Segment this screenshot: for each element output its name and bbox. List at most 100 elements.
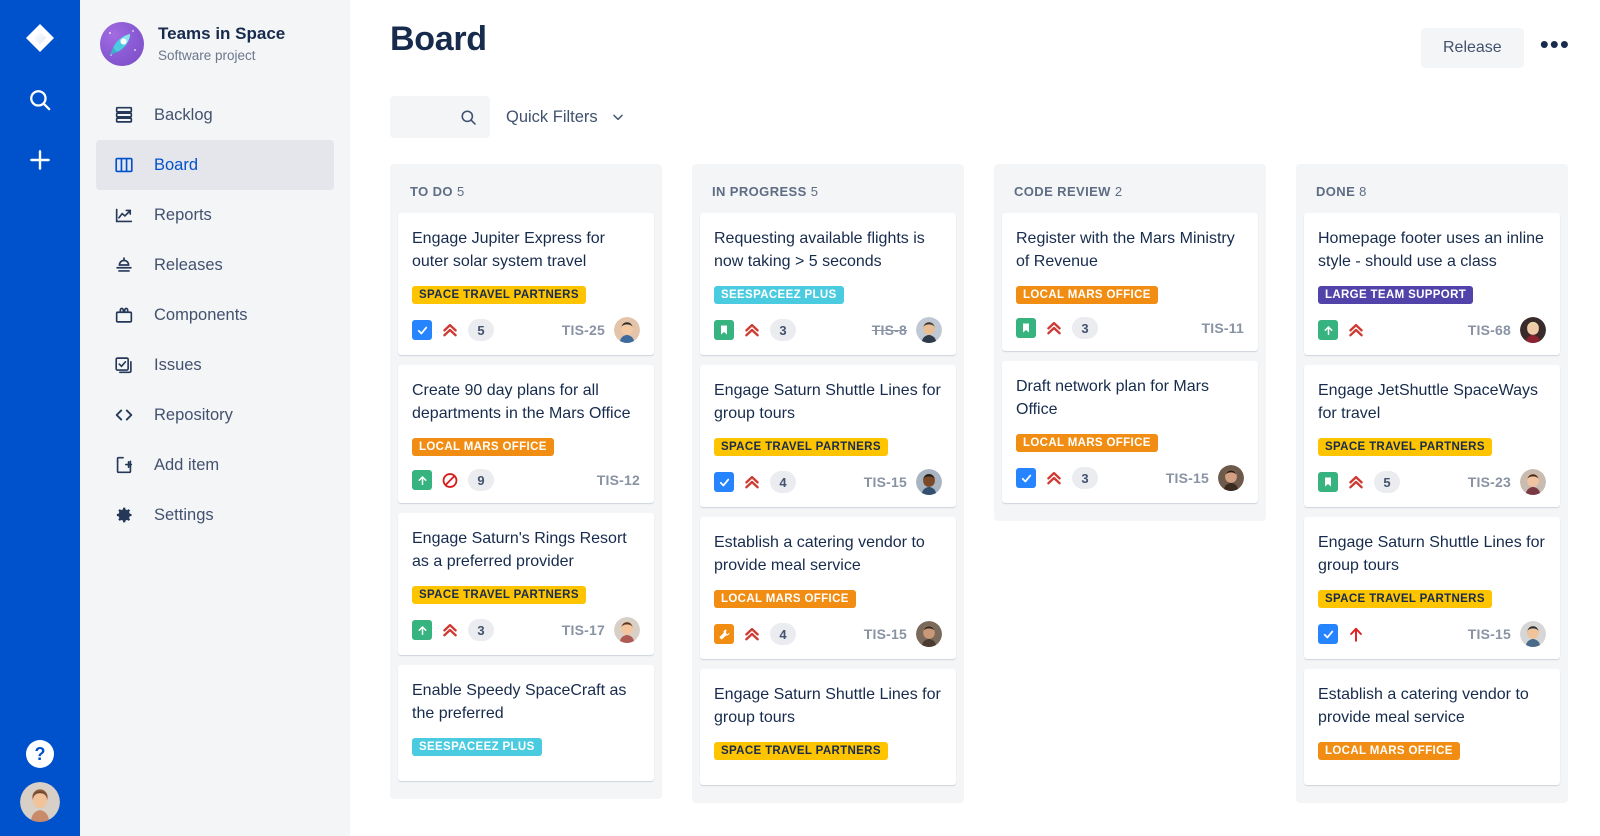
story-point-badge: 3 bbox=[770, 319, 796, 341]
issue-card[interactable]: Homepage footer uses an inline style - s… bbox=[1304, 213, 1560, 355]
story-type-icon bbox=[1016, 318, 1036, 338]
issue-card-footer: TIS-68 bbox=[1318, 317, 1546, 343]
assignee-avatar[interactable] bbox=[614, 617, 640, 643]
epic-label[interactable]: LOCAL MARS OFFICE bbox=[1318, 742, 1460, 760]
sidebar-item-issues[interactable]: Issues bbox=[96, 340, 334, 390]
ellipsis-icon[interactable]: ••• bbox=[1534, 28, 1576, 68]
epic-label[interactable]: SPACE TRAVEL PARTNERS bbox=[1318, 438, 1492, 456]
improvement-type-icon bbox=[412, 620, 432, 640]
issue-card[interactable]: Enable Speedy SpaceCraft as the preferre… bbox=[398, 665, 654, 781]
global-search-icon[interactable] bbox=[18, 78, 62, 122]
assignee-avatar[interactable] bbox=[1520, 621, 1546, 647]
epic-label[interactable]: SPACE TRAVEL PARTNERS bbox=[714, 438, 888, 456]
issue-card[interactable]: Engage JetShuttle SpaceWays for travel SP… bbox=[1304, 365, 1560, 507]
epic-label[interactable]: LARGE TEAM SUPPORT bbox=[1318, 286, 1474, 304]
issue-card[interactable]: Establish a catering vendor to provide m… bbox=[700, 517, 956, 659]
priority-high-icon bbox=[743, 473, 761, 491]
story-point-badge: 4 bbox=[770, 623, 796, 645]
sidebar-item-components[interactable]: Components bbox=[96, 290, 334, 340]
issue-card[interactable]: Register with the Mars Ministry of Reven… bbox=[1002, 213, 1258, 351]
sidebar-item-board[interactable]: Board bbox=[96, 140, 334, 190]
global-nav-rail: ? bbox=[0, 0, 80, 836]
issue-key[interactable]: TIS-8 bbox=[872, 322, 907, 338]
sidebar-item-reports[interactable]: Reports bbox=[96, 190, 334, 240]
issue-key[interactable]: TIS-11 bbox=[1202, 320, 1244, 336]
column-count: 5 bbox=[810, 184, 819, 199]
issue-key[interactable]: TIS-15 bbox=[1166, 470, 1209, 486]
assignee-avatar[interactable] bbox=[1520, 317, 1546, 343]
assignee-avatar[interactable] bbox=[916, 317, 942, 343]
sidebar-item-releases[interactable]: Releases bbox=[96, 240, 334, 290]
releases-icon bbox=[112, 253, 136, 277]
issue-title: Engage Jupiter Express for outer solar s… bbox=[412, 230, 605, 270]
issue-key[interactable]: TIS-25 bbox=[562, 322, 605, 338]
issue-card[interactable]: Establish a catering vendor to provide m… bbox=[1304, 669, 1560, 785]
issue-title: Engage Saturn's Rings Resort as a prefer… bbox=[412, 530, 627, 570]
epic-label[interactable]: LOCAL MARS OFFICE bbox=[714, 590, 856, 608]
issue-card[interactable]: Engage Jupiter Express for outer solar s… bbox=[398, 213, 654, 355]
release-button[interactable]: Release bbox=[1420, 28, 1524, 68]
search-input[interactable] bbox=[390, 96, 468, 138]
issue-card[interactable]: Engage Saturn's Rings Resort as a prefer… bbox=[398, 513, 654, 655]
issue-key[interactable]: TIS-15 bbox=[864, 626, 907, 642]
project-header[interactable]: Teams in Space Software project bbox=[96, 18, 334, 68]
assignee-avatar[interactable] bbox=[916, 469, 942, 495]
assignee-avatar[interactable] bbox=[1520, 469, 1546, 495]
column-header: TO DO 5 bbox=[398, 164, 654, 213]
issue-key[interactable]: TIS-12 bbox=[597, 472, 640, 488]
help-icon[interactable]: ? bbox=[26, 740, 54, 768]
priority-highest-icon bbox=[1347, 625, 1365, 643]
issue-card[interactable]: Create 90 day plans for all departments … bbox=[398, 365, 654, 503]
issue-key[interactable]: TIS-15 bbox=[1468, 626, 1511, 642]
assignee-avatar[interactable] bbox=[1218, 465, 1244, 491]
epic-label[interactable]: LOCAL MARS OFFICE bbox=[1016, 286, 1158, 304]
issue-card[interactable]: Engage Saturn Shuttle Lines for group to… bbox=[700, 669, 956, 785]
issue-title: Register with the Mars Ministry of Reven… bbox=[1016, 230, 1235, 270]
issue-card[interactable]: Draft network plan for Mars Office LOCAL … bbox=[1002, 361, 1258, 503]
assignee-avatar[interactable] bbox=[916, 621, 942, 647]
story-point-badge: 3 bbox=[1072, 467, 1098, 489]
search-box[interactable] bbox=[390, 96, 490, 138]
rocket-icon bbox=[100, 22, 144, 66]
epic-label[interactable]: SEESPACEEZ PLUS bbox=[412, 738, 542, 756]
jira-logo-icon[interactable] bbox=[18, 18, 62, 62]
jira-board-app: ? Teams in Space Software project Backlo… bbox=[0, 0, 1600, 836]
issue-key[interactable]: TIS-23 bbox=[1468, 474, 1511, 490]
issue-card[interactable]: Requesting available flights is now taki… bbox=[700, 213, 956, 355]
sidebar-item-label: Backlog bbox=[154, 105, 213, 124]
sidebar-item-settings[interactable]: Settings bbox=[96, 490, 334, 540]
epic-label[interactable]: SPACE TRAVEL PARTNERS bbox=[1318, 590, 1492, 608]
story-point-badge: 5 bbox=[1374, 471, 1400, 493]
quick-filters-dropdown[interactable]: Quick Filters bbox=[506, 108, 626, 127]
issue-card[interactable]: Engage Saturn Shuttle Lines for group to… bbox=[1304, 517, 1560, 659]
profile-avatar[interactable] bbox=[20, 782, 60, 822]
issue-key[interactable]: TIS-15 bbox=[864, 474, 907, 490]
board-column: TO DO 5 Engage Jupiter Express for outer s… bbox=[390, 164, 662, 799]
issue-key[interactable]: TIS-17 bbox=[562, 622, 605, 638]
issue-key[interactable]: TIS-68 bbox=[1468, 322, 1511, 338]
issue-card-footer: TIS-15 bbox=[1318, 621, 1546, 647]
issue-card-footer: 5 TIS-23 bbox=[1318, 469, 1546, 495]
issue-card[interactable]: Engage Saturn Shuttle Lines for group to… bbox=[700, 365, 956, 507]
epic-label[interactable]: SPACE TRAVEL PARTNERS bbox=[714, 742, 888, 760]
assignee-avatar[interactable] bbox=[614, 317, 640, 343]
sidebar-item-backlog[interactable]: Backlog bbox=[96, 90, 334, 140]
story-point-badge: 3 bbox=[468, 619, 494, 641]
story-type-icon bbox=[714, 320, 734, 340]
board-icon bbox=[112, 153, 136, 177]
issue-card-footer: 3 TIS-11 bbox=[1016, 317, 1244, 339]
epic-label[interactable]: LOCAL MARS OFFICE bbox=[412, 438, 554, 456]
improvement-type-icon bbox=[412, 470, 432, 490]
sidebar-item-add-item[interactable]: Add item bbox=[96, 440, 334, 490]
epic-label[interactable]: SEESPACEEZ PLUS bbox=[714, 286, 844, 304]
epic-label[interactable]: LOCAL MARS OFFICE bbox=[1016, 434, 1158, 452]
epic-label[interactable]: SPACE TRAVEL PARTNERS bbox=[412, 286, 586, 304]
epic-label[interactable]: SPACE TRAVEL PARTNERS bbox=[412, 586, 586, 604]
column-title: IN PROGRESS bbox=[712, 184, 807, 199]
project-sidebar: Teams in Space Software project Backlog … bbox=[80, 0, 350, 836]
priority-high-icon bbox=[441, 321, 459, 339]
sidebar-item-repository[interactable]: Repository bbox=[96, 390, 334, 440]
create-plus-icon[interactable] bbox=[18, 138, 62, 182]
main-content: Board Release ••• Quick Filters TO DO 5 … bbox=[350, 0, 1600, 836]
task-type-icon bbox=[714, 472, 734, 492]
